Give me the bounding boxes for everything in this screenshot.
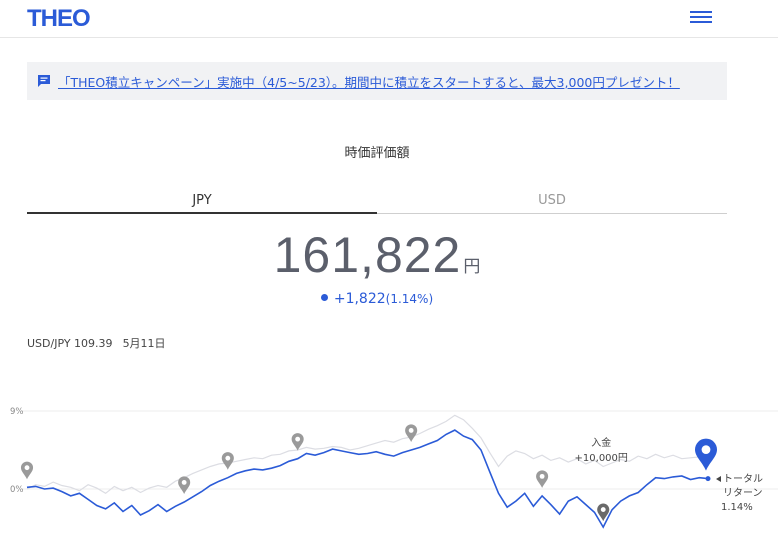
change-percent: (1.14%) — [385, 292, 434, 306]
current-marker-icon[interactable] — [695, 438, 717, 471]
deposit-amount: +10,000円 — [575, 453, 628, 464]
total-return-arrow-icon — [716, 476, 721, 482]
theo-logo[interactable]: THEO — [27, 5, 91, 33]
history-marker-icon-0-center — [24, 465, 30, 471]
history-marker-icon-0[interactable] — [20, 461, 34, 480]
history-marker-icon-5-center — [539, 473, 545, 479]
total-return-label-1: トータル — [723, 473, 763, 485]
history-marker-icon-4-center — [408, 428, 414, 433]
history-marker-icon-3-center — [295, 436, 301, 442]
fx-rate-info: USD/JPY 109.39 5月11日 — [27, 335, 166, 351]
total-return-label-2: リターン — [723, 487, 763, 499]
campaign-link[interactable]: 「THEO積立キャンペーン」実施中（4/5~5/23）。期間中に積立をスタートす… — [58, 72, 680, 91]
history-marker-icon-1[interactable] — [178, 476, 191, 494]
y-tick-label-9: 9% — [10, 407, 24, 417]
valuation-title: 時価評価額 — [344, 146, 410, 161]
fx-date: 5月11日 — [122, 337, 166, 350]
app-header: THEO — [0, 0, 778, 38]
return-chart[interactable]: 9% 0% 入金 +10,000円トータルリターン 1.14% — [0, 400, 778, 555]
current-point — [705, 476, 711, 482]
history-marker-icon-3[interactable] — [291, 433, 304, 451]
tab-jpy[interactable]: JPY — [27, 190, 377, 214]
history-marker-icon-2[interactable] — [221, 452, 234, 470]
change-dot-icon — [320, 293, 328, 301]
y-tick-label-0: 0% — [10, 485, 24, 495]
deposit-marker-icon-center — [600, 507, 606, 513]
change-amount: +1,822 — [333, 291, 386, 307]
market-value-number: 161,822 — [273, 227, 462, 283]
market-value-unit: 円 — [463, 257, 481, 277]
currency-tabs: JPY USD — [27, 190, 727, 214]
fx-rate: USD/JPY 109.39 — [27, 337, 113, 350]
chat-message-icon — [38, 75, 50, 87]
value-change: +1,822(1.14%) — [0, 291, 754, 307]
hamburger-menu-icon[interactable] — [690, 11, 712, 25]
history-marker-icon-5[interactable] — [536, 470, 549, 488]
campaign-banner: 「THEO積立キャンペーン」実施中（4/5~5/23）。期間中に積立をスタートす… — [27, 62, 727, 100]
history-marker-icon-1-center — [181, 480, 187, 485]
history-marker-icon-2-center — [225, 455, 231, 461]
total-return-value: 1.14% — [721, 502, 753, 513]
deposit-label: 入金 — [591, 436, 611, 449]
tab-usd[interactable]: USD — [377, 190, 727, 214]
current-marker-icon-center — [701, 445, 711, 454]
history-marker-icon-4[interactable] — [405, 424, 418, 442]
market-value: 161,822 円 — [0, 226, 754, 284]
